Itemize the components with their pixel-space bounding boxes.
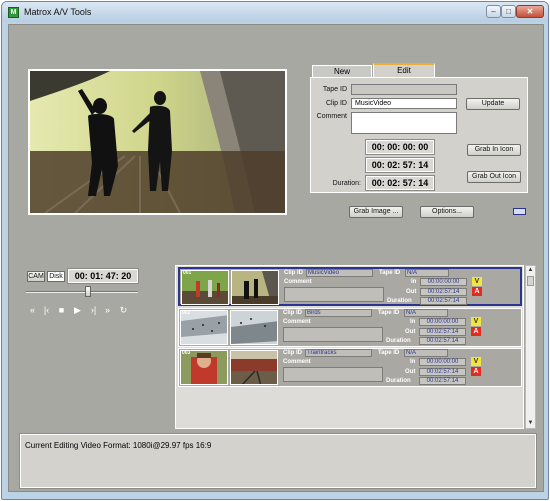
stop-icon[interactable]: ■ bbox=[55, 304, 68, 316]
duration-label: Duration bbox=[387, 298, 412, 304]
out-label: Out bbox=[406, 289, 417, 295]
in-timecode: 00:00:00:00 bbox=[420, 278, 467, 286]
comment-field[interactable] bbox=[351, 112, 457, 134]
audio-badge: A bbox=[471, 327, 481, 336]
clip-id-field[interactable]: Traintracks bbox=[305, 349, 372, 357]
tape-id-field[interactable]: N/A bbox=[405, 269, 449, 277]
duration-label: Duration: bbox=[332, 180, 361, 187]
grab-image-button[interactable]: Grab Image ... bbox=[349, 206, 403, 218]
tape-id-label: Tape ID bbox=[379, 270, 401, 276]
duration-timecode: 00:02:57:14 bbox=[419, 377, 466, 385]
scroll-up-icon[interactable]: ▲ bbox=[526, 266, 535, 275]
tab-edit[interactable]: Edit bbox=[373, 63, 435, 78]
out-timecode: 00:02:57:14 bbox=[420, 288, 467, 296]
clip-out-thumbnail bbox=[230, 310, 278, 345]
out-label: Out bbox=[405, 369, 416, 375]
app-window: M Matrox A/V Tools – □ ✕ New Edit Tape I… bbox=[1, 1, 549, 500]
comment-label: Comment bbox=[283, 359, 311, 365]
clip-id-label: Clip ID bbox=[283, 310, 302, 316]
clip-row[interactable]: 003 Clip ID Traintracks Tape ID N/A Comm… bbox=[178, 348, 522, 387]
clip-id-label: Clip ID bbox=[325, 100, 347, 107]
in-label: In bbox=[410, 359, 416, 365]
main-content: New Edit Tape ID Clip ID MusicVideo Comm… bbox=[8, 24, 544, 492]
tape-id-label: Tape ID bbox=[378, 310, 400, 316]
display-indicator-icon[interactable] bbox=[513, 208, 526, 215]
out-timecode: 00:02:57:14 bbox=[419, 368, 466, 376]
in-timecode: 00:00:00:00 bbox=[419, 318, 466, 326]
duration-timecode: 00:02:57:14 bbox=[419, 337, 466, 345]
grab-out-icon-button[interactable]: Grab Out Icon bbox=[467, 171, 521, 183]
duration-label: Duration bbox=[386, 338, 411, 344]
tape-id-field[interactable]: N/A bbox=[404, 309, 448, 317]
out-timecode: 00: 02: 57: 14 bbox=[365, 157, 435, 173]
scrub-thumb[interactable] bbox=[84, 286, 91, 297]
in-timecode: 00:00:00:00 bbox=[419, 358, 466, 366]
video-badge: V bbox=[471, 317, 481, 326]
loop-icon[interactable]: ↻ bbox=[117, 304, 130, 316]
options-button[interactable]: Options... bbox=[420, 206, 474, 218]
clip-id-field[interactable]: Birds bbox=[305, 309, 372, 317]
maximize-icon[interactable]: □ bbox=[501, 5, 516, 18]
video-badge: V bbox=[472, 277, 482, 286]
clip-out-thumbnail bbox=[231, 270, 279, 305]
matrox-app-icon: M bbox=[8, 7, 19, 18]
tape-id-field[interactable]: N/A bbox=[404, 349, 448, 357]
tape-id-label: Tape ID bbox=[322, 86, 347, 93]
duration-timecode: 00: 02: 57: 14 bbox=[365, 175, 435, 191]
comment-field[interactable] bbox=[283, 367, 383, 382]
clip-row[interactable]: 002 Clip ID Birds Tape ID N/A Comment In… bbox=[178, 308, 522, 347]
clip-id-label: Clip ID bbox=[284, 270, 303, 276]
clip-number: 001 bbox=[183, 270, 192, 276]
clip-id-field[interactable]: MusicVideo bbox=[306, 269, 373, 277]
rewind-icon[interactable]: « bbox=[26, 304, 39, 316]
clip-list-scrollbar[interactable]: ▲ ▼ bbox=[525, 265, 536, 429]
window-title: Matrox A/V Tools bbox=[24, 7, 92, 17]
close-icon[interactable]: ✕ bbox=[516, 5, 544, 18]
clip-number: 002 bbox=[182, 310, 191, 316]
audio-badge: A bbox=[471, 367, 481, 376]
transport-timecode: 00: 01: 47: 20 bbox=[67, 268, 139, 284]
tape-id-field[interactable] bbox=[351, 84, 457, 95]
clip-out-thumbnail bbox=[230, 350, 278, 385]
cam-button[interactable]: CAM bbox=[27, 271, 45, 282]
clip-number: 003 bbox=[182, 350, 191, 356]
grab-in-icon-button[interactable]: Grab In Icon bbox=[467, 144, 521, 156]
in-timecode: 00: 00: 00: 00 bbox=[365, 139, 435, 155]
step-forward-icon[interactable]: ›| bbox=[87, 304, 100, 316]
comment-field[interactable] bbox=[283, 327, 383, 342]
comment-field[interactable] bbox=[284, 287, 384, 302]
scroll-down-icon[interactable]: ▼ bbox=[526, 419, 535, 428]
minimize-icon[interactable]: – bbox=[486, 5, 501, 18]
preview-frame-image bbox=[30, 71, 285, 213]
status-panel: Current Editing Video Format: 1080i@29.9… bbox=[19, 433, 537, 489]
play-icon[interactable]: ▶ bbox=[71, 304, 84, 316]
in-label: In bbox=[410, 319, 416, 325]
tape-id-label: Tape ID bbox=[378, 350, 400, 356]
step-back-icon[interactable]: |‹ bbox=[40, 304, 53, 316]
video-preview bbox=[28, 69, 287, 215]
title-bar: M Matrox A/V Tools – □ ✕ bbox=[2, 2, 548, 22]
edit-panel: Tape ID Clip ID MusicVideo Comment Updat… bbox=[310, 77, 528, 193]
clip-list: 001 Clip ID MusicVideo Tape ID N/A Comme… bbox=[175, 265, 524, 429]
fast-forward-icon[interactable]: » bbox=[101, 304, 114, 316]
audio-badge: A bbox=[472, 287, 482, 296]
video-format-status: Current Editing Video Format: 1080i@29.9… bbox=[25, 441, 212, 450]
duration-label: Duration bbox=[386, 378, 411, 384]
comment-label: Comment bbox=[316, 113, 347, 120]
clip-id-label: Clip ID bbox=[283, 350, 302, 356]
out-label: Out bbox=[405, 329, 416, 335]
comment-label: Comment bbox=[284, 279, 312, 285]
comment-label: Comment bbox=[283, 319, 311, 325]
duration-timecode: 00:02:57:14 bbox=[420, 297, 467, 305]
video-badge: V bbox=[471, 357, 481, 366]
in-label: In bbox=[411, 279, 417, 285]
out-timecode: 00:02:57:14 bbox=[419, 328, 466, 336]
scrub-track[interactable] bbox=[26, 291, 138, 293]
update-button[interactable]: Update bbox=[466, 98, 520, 110]
disk-button[interactable]: Disk bbox=[47, 271, 65, 282]
clip-id-field[interactable]: MusicVideo bbox=[351, 98, 457, 109]
clip-row[interactable]: 001 Clip ID MusicVideo Tape ID N/A Comme… bbox=[178, 267, 522, 306]
scroll-thumb[interactable] bbox=[527, 276, 534, 286]
